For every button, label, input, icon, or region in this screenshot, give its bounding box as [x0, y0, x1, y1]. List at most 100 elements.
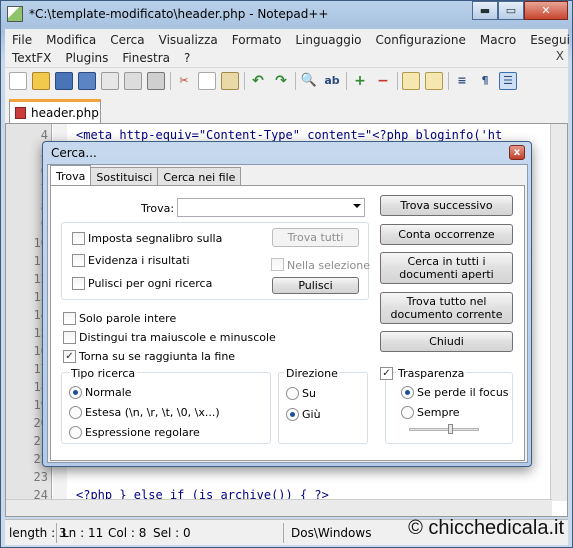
open-file-icon[interactable]	[32, 71, 50, 90]
transparency-checkbox[interactable]: ✓	[380, 367, 393, 380]
bookmark-checkbox[interactable]	[72, 232, 85, 245]
transparency-slider[interactable]	[409, 424, 479, 434]
find-all-button[interactable]: Trova tutti	[272, 228, 359, 247]
direction-down-radio[interactable]	[286, 408, 299, 421]
word-wrap-icon[interactable]: ≡	[453, 72, 471, 90]
direction-up-radio[interactable]	[286, 387, 299, 400]
close-file-icon[interactable]	[101, 71, 119, 90]
find-dialog: Cerca... x Trova Sostituisci Cerca nei f…	[42, 141, 532, 467]
wrap-around-checkbox[interactable]: ✓	[63, 350, 76, 363]
maximize-button[interactable]: ▭	[498, 1, 524, 20]
status-eol: Dos\Windows	[291, 526, 372, 540]
show-all-chars-icon[interactable]: ¶	[476, 72, 494, 90]
direction-down-label: Giù	[302, 408, 321, 421]
transparency-focus-radio[interactable]	[401, 386, 414, 399]
find-label: Trova:	[141, 202, 175, 215]
window-title: *C:\template-modificato\header.php - Not…	[29, 7, 329, 21]
wrap-around-label: Torna su se raggiunta la fine	[79, 350, 236, 363]
mode-normal-label: Normale	[85, 386, 132, 399]
menu-formato[interactable]: Formato	[225, 33, 289, 47]
menu-help[interactable]: ?	[177, 51, 197, 65]
save-all-icon[interactable]	[78, 71, 96, 90]
close-all-icon[interactable]	[124, 71, 142, 90]
toolbar-separator	[397, 71, 398, 90]
dialog-tabs: Trova Sostituisci Cerca nei file	[50, 165, 242, 186]
menu-linguaggio[interactable]: Linguaggio	[288, 33, 368, 47]
transparency-label: Trasparenza	[396, 367, 467, 380]
find-all-current-doc-button[interactable]: Trova tutto nel documento corrente	[380, 292, 513, 324]
dialog-body: Trova Sostituisci Cerca nei file Trova: …	[47, 164, 528, 463]
menu-textfx[interactable]: TextFX	[5, 51, 58, 65]
line-number: 23	[33, 470, 48, 484]
match-case-checkbox[interactable]	[63, 331, 76, 344]
mode-normal-radio[interactable]	[69, 386, 82, 399]
sync-v-icon[interactable]	[402, 71, 420, 90]
toolbar-separator	[346, 71, 347, 90]
menu-esegui[interactable]: Esegui	[523, 33, 573, 47]
mode-extended-label: Estesa (\n, \r, \t, \0, \x...)	[85, 406, 220, 419]
app-icon	[7, 6, 23, 22]
menu-bar: File Modifica Cerca Visualizza Formato L…	[5, 29, 570, 67]
clear-each-checkbox[interactable]	[72, 277, 85, 290]
caption-buttons: ▬ ▭ ✕	[472, 1, 568, 20]
tab-header-php[interactable]: header.php	[9, 99, 101, 123]
close-window-button[interactable]: ✕	[524, 1, 568, 20]
in-selection-checkbox[interactable]	[271, 258, 284, 271]
status-column: Col : 8	[108, 526, 147, 540]
find-what-combo[interactable]	[177, 198, 365, 217]
minimize-button[interactable]: ▬	[472, 1, 498, 20]
horizontal-scrollbar[interactable]	[6, 499, 552, 516]
match-case-label: Distingui tra maiuscole e minuscole	[79, 331, 276, 344]
highlight-checkbox[interactable]	[72, 254, 85, 267]
print-icon[interactable]	[147, 71, 165, 90]
tab-cerca-nei-file[interactable]: Cerca nei file	[157, 167, 242, 186]
save-icon[interactable]	[55, 71, 73, 90]
whole-word-checkbox[interactable]	[63, 312, 76, 325]
redo-icon[interactable]: ↷	[272, 72, 290, 90]
replace-icon[interactable]: ab	[323, 72, 341, 90]
cut-icon[interactable]: ✂	[175, 72, 193, 90]
find-next-button[interactable]: Trova successivo	[380, 195, 513, 216]
close-document-icon[interactable]: X	[556, 49, 564, 63]
dialog-close-button[interactable]: x	[509, 145, 525, 160]
menu-finestra[interactable]: Finestra	[115, 51, 177, 65]
undo-icon[interactable]: ↶	[249, 72, 267, 90]
menu-macro[interactable]: Macro	[473, 33, 523, 47]
transparency-always-radio[interactable]	[401, 406, 414, 419]
mode-extended-radio[interactable]	[69, 406, 82, 419]
vertical-scrollbar[interactable]	[550, 124, 567, 501]
direction-label: Direzione	[284, 367, 340, 380]
menu-plugins[interactable]: Plugins	[58, 51, 115, 65]
paste-icon[interactable]	[221, 71, 239, 90]
tab-trova[interactable]: Trova	[50, 165, 92, 186]
chevron-down-icon[interactable]	[353, 204, 361, 208]
close-dialog-button[interactable]: Chiudi	[380, 331, 513, 352]
menu-file[interactable]: File	[5, 33, 39, 47]
transparency-slider-thumb[interactable]	[448, 424, 453, 434]
zoom-in-icon[interactable]: +	[351, 72, 369, 90]
copy-icon[interactable]	[198, 71, 216, 90]
menu-visualizza[interactable]: Visualizza	[152, 33, 225, 47]
title-bar: *C:\template-modificato\header.php - Not…	[1, 1, 572, 29]
clear-button[interactable]: Pulisci	[272, 277, 359, 294]
indent-guide-icon[interactable]: ☰	[499, 71, 517, 90]
status-divider	[56, 523, 57, 543]
clear-each-label: Pulisci per ogni ricerca	[88, 277, 213, 290]
menu-modifica[interactable]: Modifica	[39, 33, 103, 47]
sync-h-icon[interactable]	[425, 71, 443, 90]
zoom-out-icon[interactable]: −	[374, 72, 392, 90]
transparency-always-label: Sempre	[417, 406, 460, 419]
in-selection-label: Nella selezione	[287, 259, 370, 272]
tab-sostituisci[interactable]: Sostituisci	[90, 167, 159, 186]
find-all-open-docs-button[interactable]: Cerca in tutti i documenti aperti	[380, 252, 513, 284]
menu-row-2: TextFX Plugins Finestra ?	[5, 48, 197, 67]
menu-configurazione[interactable]: Configurazione	[369, 33, 473, 47]
mode-regex-radio[interactable]	[69, 426, 82, 439]
menu-cerca[interactable]: Cerca	[103, 33, 151, 47]
count-button[interactable]: Conta occorrenze	[380, 224, 513, 245]
dialog-title: Cerca...	[51, 146, 97, 160]
unsaved-file-icon	[15, 106, 26, 119]
find-icon[interactable]: 🔍	[300, 72, 318, 90]
toolbar-separator	[295, 71, 296, 90]
new-file-icon[interactable]	[9, 71, 27, 90]
